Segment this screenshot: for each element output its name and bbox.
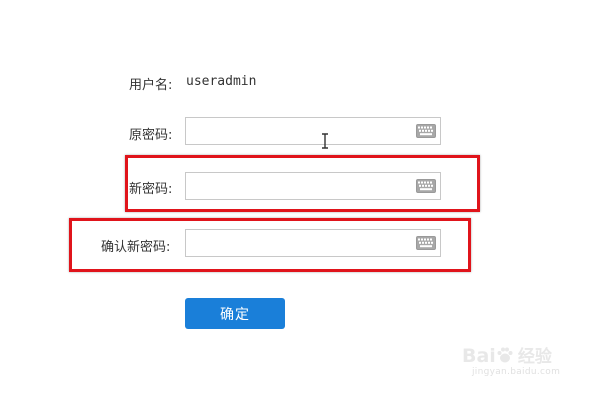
watermark-url: jingyan.baidu.com bbox=[472, 367, 561, 377]
change-password-page: 用户名: useradmin 原密码: 新密码: 确认新密码: 确定 Bai 经… bbox=[0, 0, 600, 400]
old-password-label: 原密码: bbox=[129, 128, 173, 143]
keyboard-icon[interactable] bbox=[416, 124, 436, 138]
watermark-logo-text: Bai bbox=[462, 345, 496, 367]
old-password-field[interactable] bbox=[185, 117, 441, 145]
baidu-jingyan-watermark: Bai 经验 jingyan.baidu.com bbox=[462, 342, 582, 386]
confirm-password-highlight bbox=[69, 218, 471, 272]
text-cursor-icon bbox=[322, 133, 328, 149]
username-value: useradmin bbox=[186, 74, 257, 89]
new-password-highlight bbox=[125, 155, 480, 212]
watermark-logo: Bai 经验 bbox=[462, 342, 552, 367]
paw-icon bbox=[497, 347, 513, 363]
old-password-input[interactable] bbox=[186, 118, 406, 144]
watermark-logo-suffix: 经验 bbox=[517, 347, 552, 367]
confirm-button[interactable]: 确定 bbox=[185, 298, 285, 329]
username-label: 用户名: bbox=[129, 78, 173, 93]
